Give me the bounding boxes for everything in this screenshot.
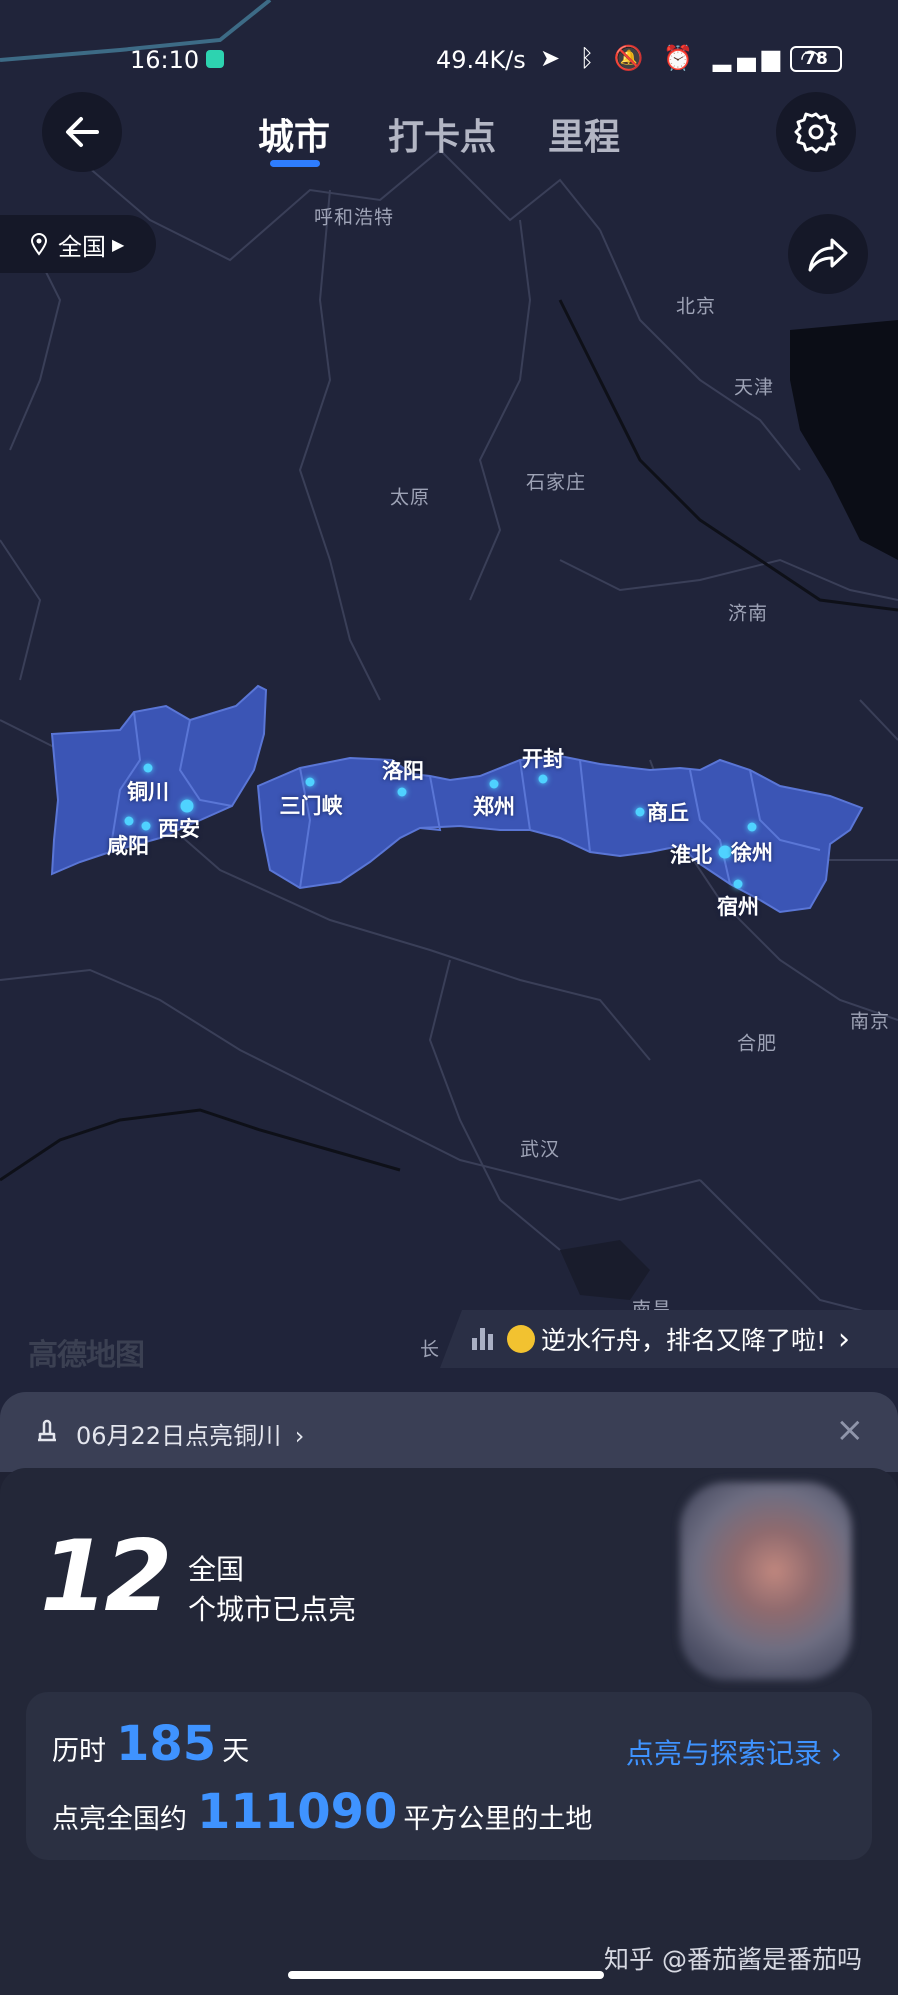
- active-tab-indicator: [270, 160, 320, 167]
- stats-card: 历时 185 天 点亮全国约 111090 平方公里的土地 点亮与探索记录 ›: [26, 1692, 872, 1860]
- signal-icon: ▂▄▆: [712, 44, 787, 72]
- city-dot: [635, 807, 645, 817]
- worried-face-icon: [507, 1325, 535, 1353]
- explore-records-link[interactable]: 点亮与探索记录 ›: [626, 1732, 842, 1772]
- chevron-right-icon: ›: [294, 1422, 305, 1450]
- duration-suffix: 天: [222, 1736, 250, 1767]
- lit-city-label: 洛阳: [382, 759, 424, 783]
- city-dot: [747, 822, 757, 832]
- caret-right-icon: ▶: [112, 234, 125, 254]
- tab-mileage[interactable]: 里程: [548, 108, 620, 160]
- watermark: 知乎 @番茄酱是番茄吗: [604, 1945, 862, 1974]
- lit-city-label: 徐州: [731, 841, 773, 865]
- lit-city-label: 商丘: [647, 801, 689, 825]
- count-scope: 全国: [188, 1553, 245, 1586]
- avatar[interactable]: [680, 1482, 852, 1680]
- city-label: 武汉: [519, 1138, 561, 1161]
- tab-city[interactable]: 城市: [258, 108, 330, 160]
- city-label: 北京: [675, 295, 717, 318]
- duration-days: 185: [116, 1716, 217, 1772]
- lit-notification-text: 06月22日点亮铜川: [76, 1422, 282, 1450]
- lit-city-label: 宿州: [717, 895, 759, 919]
- sheet-header[interactable]: 06月22日点亮铜川 › ×: [0, 1392, 898, 1472]
- city-dot: [143, 763, 153, 773]
- city-label: 长: [419, 1338, 441, 1361]
- map-boundaries: [0, 0, 898, 1321]
- city-dot: [489, 779, 499, 789]
- city-dot: [180, 799, 194, 813]
- back-button[interactable]: [42, 92, 122, 172]
- lit-city-label: 开封: [522, 747, 564, 771]
- battery-indicator: 78: [790, 46, 842, 72]
- status-bar: 16:10 49.4K/s ➤ ᛒ 🔕 ⏰ ▂▄▆ ◠ 78: [0, 0, 898, 118]
- lit-city-label: 三门峡: [279, 794, 343, 818]
- region-label: 全国: [58, 232, 106, 261]
- area-line: 点亮全国约 111090 平方公里的土地: [52, 1784, 592, 1840]
- status-time: 16:10: [130, 46, 200, 74]
- city-label: 合肥: [736, 1032, 778, 1055]
- lit-city-label: 淮北: [670, 843, 712, 867]
- city-dot: [397, 787, 407, 797]
- area-prefix: 点亮全国约: [52, 1804, 187, 1835]
- status-icons: ➤ ᛒ 🔕 ⏰ ▂▄▆ ◠: [540, 44, 827, 72]
- city-label: 天津: [733, 376, 775, 399]
- lit-city-label: 郑州: [473, 795, 515, 819]
- lit-city-label: 咸阳: [107, 834, 149, 858]
- tab-checkin[interactable]: 打卡点: [388, 108, 496, 160]
- city-label: 太原: [389, 486, 431, 509]
- duration-prefix: 历时: [52, 1736, 106, 1767]
- lit-notification[interactable]: 06月22日点亮铜川 ›: [76, 1416, 304, 1451]
- ranking-chart-icon: [472, 1328, 493, 1350]
- mute-icon: 🔕: [613, 44, 650, 72]
- chevron-right-icon: ›: [838, 1321, 851, 1357]
- back-arrow-icon: [66, 117, 99, 147]
- city-dot: [305, 777, 315, 787]
- count-description: 个城市已点亮: [188, 1593, 357, 1626]
- map-view[interactable]: 呼和浩特 北京 天津 太原 石家庄 济南 南京 合肥 武汉 南昌 长 铜川 西安…: [0, 0, 898, 1420]
- city-label: 南京: [849, 1010, 891, 1033]
- share-icon: [808, 238, 848, 272]
- alarm-icon: ⏰: [663, 44, 700, 72]
- lit-city-label: 西安: [158, 817, 200, 841]
- city-label: 济南: [727, 602, 769, 625]
- area-value: 111090: [197, 1784, 398, 1840]
- city-dot: [733, 879, 743, 889]
- city-label: 石家庄: [525, 471, 587, 494]
- city-dot: [718, 845, 732, 859]
- region-selector[interactable]: 全国 ▶: [0, 215, 156, 273]
- duration-line: 历时 185 天: [52, 1716, 249, 1772]
- close-button[interactable]: ×: [836, 1410, 865, 1450]
- share-button[interactable]: [788, 214, 868, 294]
- home-indicator[interactable]: [288, 1971, 604, 1979]
- app-notification-icon: [206, 50, 224, 68]
- network-speed: 49.4K/s: [436, 46, 526, 74]
- city-label: 呼和浩特: [313, 206, 395, 229]
- bluetooth-icon: ᛒ: [579, 44, 601, 72]
- map-logo: 高德地图: [28, 1338, 145, 1373]
- ranking-message: 逆水行舟，排名又降了啦!: [541, 1326, 827, 1355]
- city-dot: [538, 774, 548, 784]
- area-suffix: 平方公里的土地: [403, 1804, 593, 1835]
- lit-city-label: 铜川: [127, 780, 169, 804]
- footprint-stamp-icon: [38, 1419, 56, 1442]
- lit-region: [50, 684, 864, 914]
- settings-button[interactable]: [776, 92, 856, 172]
- city-dot: [124, 816, 134, 826]
- location-icon: ➤: [540, 44, 567, 72]
- ranking-banner[interactable]: 逆水行舟，排名又降了啦! ›: [440, 1310, 898, 1368]
- location-pin-icon: [30, 233, 48, 256]
- gear-icon: [794, 112, 838, 154]
- lit-city-count: 12: [40, 1520, 172, 1634]
